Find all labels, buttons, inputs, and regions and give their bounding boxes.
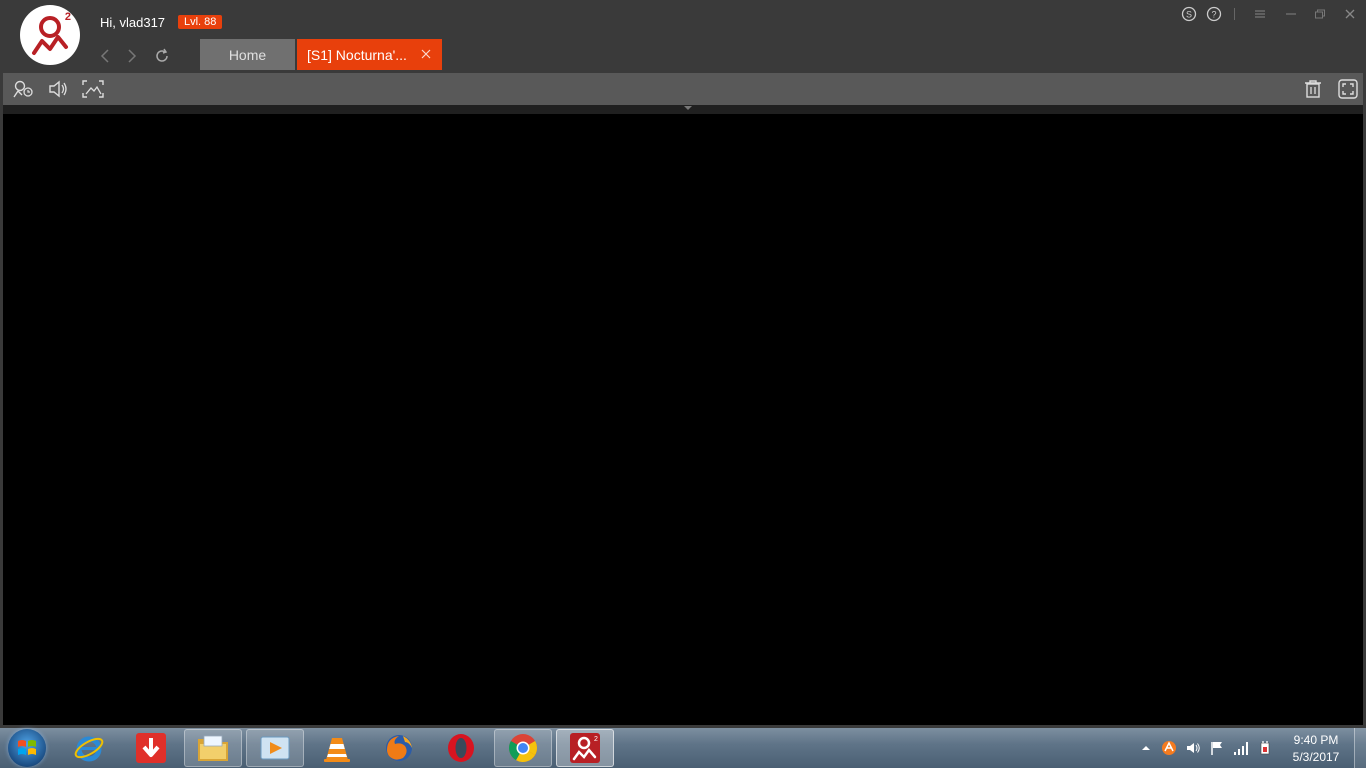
logo-superscript: 2: [64, 11, 71, 23]
chevron-left-icon: [100, 49, 109, 63]
tray-volume[interactable]: [1185, 740, 1201, 756]
chrome-icon: [509, 734, 537, 762]
back-button[interactable]: [95, 46, 115, 66]
svg-text:2: 2: [594, 736, 598, 743]
vlc-icon: [324, 738, 350, 762]
firefox-icon: [386, 735, 412, 761]
show-hidden-icons-button[interactable]: [1138, 740, 1154, 756]
screenshot-button[interactable]: [81, 78, 105, 100]
tab-label: [S1] Nocturna'...: [307, 46, 407, 63]
clock-date[interactable]: 5/3/2017: [1282, 750, 1350, 764]
skype-icon: S: [1181, 6, 1197, 22]
chevron-right-icon: [128, 49, 137, 63]
signal-icon: [1234, 742, 1248, 755]
screenshot-icon: [82, 80, 104, 98]
tab-label: Home: [228, 46, 267, 63]
sound-icon: [49, 80, 67, 98]
windows-taskbar: 2 9:40 PM 5/3/2017: [0, 728, 1366, 768]
tab-home[interactable]: Home: [200, 39, 295, 70]
restore-button[interactable]: [1311, 6, 1329, 22]
windows-logo-icon: [18, 740, 36, 755]
svg-text:S: S: [1186, 10, 1192, 20]
minimize-icon: [1286, 13, 1296, 15]
menu-button[interactable]: [1251, 6, 1269, 22]
restore-icon: [1315, 9, 1325, 19]
title-bar: 2 Hi, vlad317 Lvl. 88 Home [S1] Nocturna…: [0, 0, 1366, 70]
game-viewport[interactable]: [3, 105, 1363, 725]
taskbar-file-explorer[interactable]: [184, 729, 242, 767]
divider: [1234, 8, 1235, 20]
reload-button[interactable]: [152, 46, 172, 66]
app-icon: 2: [570, 733, 600, 763]
tab-game[interactable]: [S1] Nocturna'...: [297, 39, 442, 70]
taskbar-firefox[interactable]: [370, 729, 428, 767]
volume-icon: [1187, 743, 1200, 753]
flag-icon: [1211, 742, 1222, 755]
close-button[interactable]: [1341, 6, 1359, 22]
tray-network[interactable]: [1233, 740, 1249, 756]
tray-action-center[interactable]: [1209, 740, 1225, 756]
menu-icon: [1255, 10, 1265, 18]
help-icon: ?: [1206, 6, 1222, 22]
help-button[interactable]: ?: [1205, 6, 1223, 22]
clock-time[interactable]: 9:40 PM: [1282, 733, 1350, 747]
fullscreen-button[interactable]: [1336, 78, 1360, 100]
taskbar-download-manager[interactable]: [122, 729, 180, 767]
media-player-icon: [260, 736, 290, 760]
sound-button[interactable]: [46, 78, 70, 100]
avast-icon: [1162, 741, 1176, 755]
taskbar-media-player[interactable]: [246, 729, 304, 767]
profile-icon: [13, 80, 33, 98]
skype-button[interactable]: S: [1180, 6, 1198, 22]
reload-icon: [156, 48, 168, 62]
collapse-arrow-icon[interactable]: [683, 104, 693, 112]
file-explorer-icon: [198, 735, 228, 761]
power-plug-icon: [1260, 741, 1270, 755]
taskbar-game-client[interactable]: 2: [556, 729, 614, 767]
minimize-button[interactable]: [1282, 6, 1300, 22]
app-logo[interactable]: 2: [20, 5, 80, 65]
tray-antivirus[interactable]: [1161, 740, 1177, 756]
opera-icon: [448, 734, 474, 762]
show-desktop-button[interactable]: [1354, 728, 1366, 768]
close-tab-icon[interactable]: [420, 48, 432, 60]
internet-explorer-icon: [74, 736, 104, 762]
trash-icon: [1305, 80, 1321, 98]
clear-cache-button[interactable]: [1301, 78, 1325, 100]
user-greeting: Hi, vlad317: [100, 15, 166, 30]
chevron-up-icon: [1142, 746, 1150, 750]
start-button[interactable]: [8, 729, 46, 767]
taskbar-opera[interactable]: [432, 729, 490, 767]
taskbar-internet-explorer[interactable]: [60, 729, 118, 767]
profile-button[interactable]: [11, 78, 35, 100]
close-icon: [1345, 9, 1355, 19]
tray-power[interactable]: [1257, 740, 1273, 756]
idm-icon: [136, 733, 166, 763]
level-badge: Lvl. 88: [178, 15, 223, 29]
fullscreen-icon: [1338, 79, 1358, 99]
forward-button[interactable]: [122, 46, 142, 66]
toolbar: [3, 73, 1363, 105]
taskbar-chrome[interactable]: [494, 729, 552, 767]
svg-text:?: ?: [1211, 10, 1216, 20]
taskbar-vlc[interactable]: [308, 729, 366, 767]
